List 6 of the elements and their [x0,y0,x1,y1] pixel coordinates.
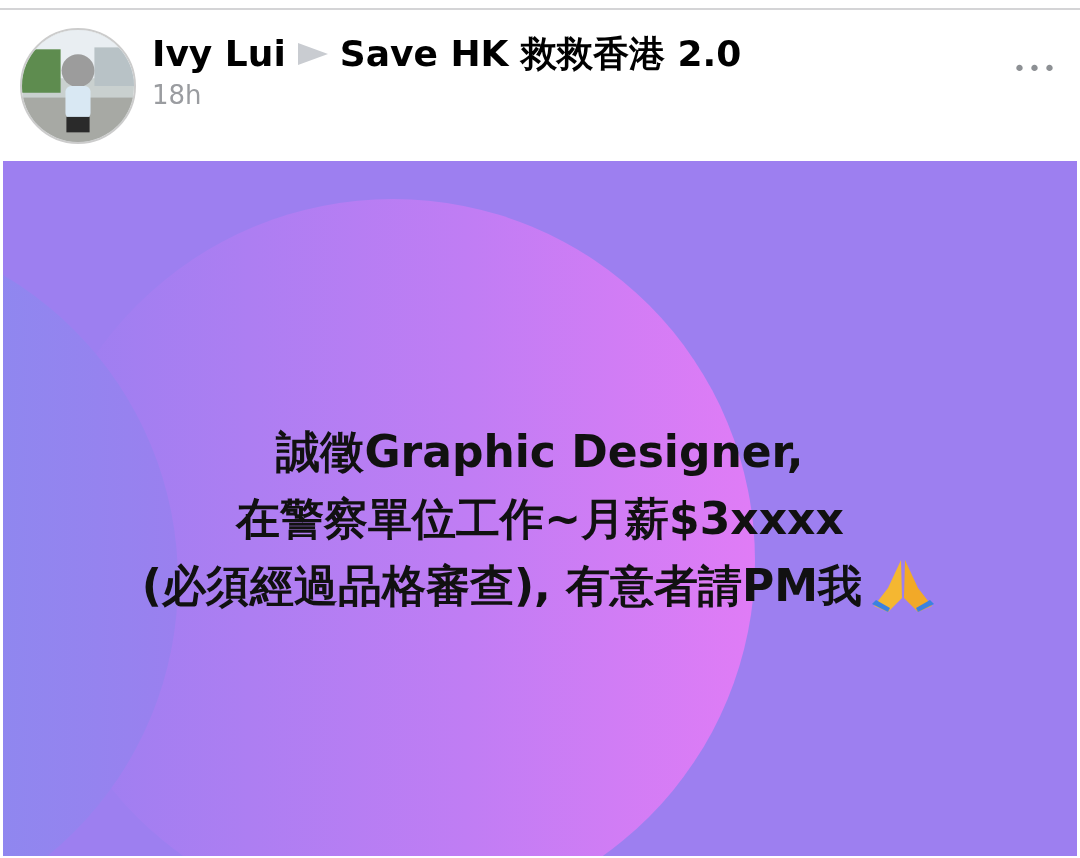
triangle-icon [297,43,328,65]
group-name[interactable]: Save HK 救救香港 2.0 [339,36,742,72]
post-text-line: 在警察單位工作~月薪$3xxxx [236,491,844,546]
author-name[interactable]: Ivy Lui [152,36,286,72]
post-text-line: (必須經過品格審查), 有意者請PM我 [141,559,863,614]
post-text-line: 誠徵Graphic Designer, [276,424,804,479]
